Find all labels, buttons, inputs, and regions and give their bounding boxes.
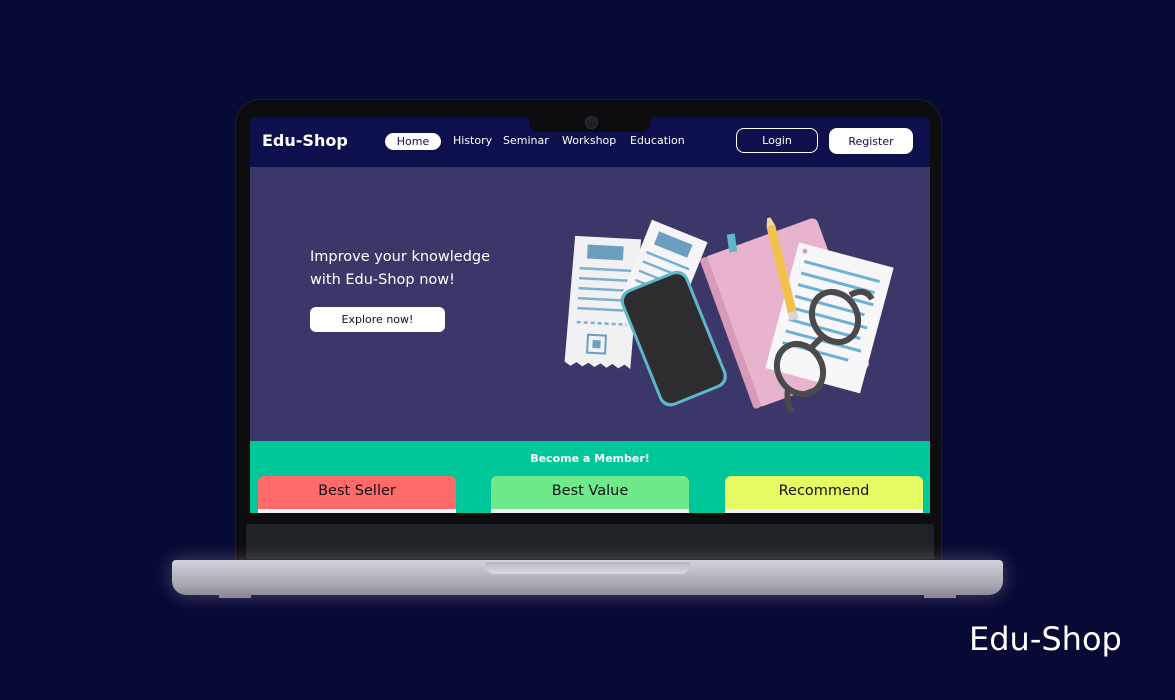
laptop-screen: Edu-Shop Home History Seminar Workshop E… — [250, 117, 930, 513]
hero-heading-line2: with Edu-Shop now! — [310, 272, 455, 288]
hero-heading-line1: Improve your knowledge — [310, 249, 491, 265]
hero-illustration — [564, 212, 894, 414]
nav-link-home[interactable]: Home — [385, 133, 441, 150]
brand-tagline: Edu-Shop — [969, 620, 1122, 658]
nav-link-seminar[interactable]: Seminar — [503, 134, 549, 147]
camera-icon — [585, 116, 598, 129]
hero-heading: Improve your knowledge with Edu-Shop now… — [310, 246, 530, 292]
laptop-foot — [219, 594, 251, 598]
nav-link-education[interactable]: Education — [630, 134, 685, 147]
plan-card-best-value[interactable]: Best Value — [491, 476, 689, 513]
membership-section: Become a Member! Best Seller Best Value … — [250, 441, 930, 513]
membership-title: Become a Member! — [530, 452, 650, 465]
nav-link-history[interactable]: History — [453, 134, 492, 147]
brand-logo[interactable]: Edu-Shop — [262, 131, 348, 150]
plan-card-best-seller[interactable]: Best Seller — [258, 476, 456, 513]
laptop-opening-groove — [485, 562, 690, 574]
login-button[interactable]: Login — [736, 128, 818, 153]
laptop-keyboard-deck — [246, 524, 934, 559]
laptop-foot — [924, 594, 956, 598]
register-button[interactable]: Register — [829, 128, 913, 154]
nav-link-workshop[interactable]: Workshop — [562, 134, 616, 147]
plan-card-recommend[interactable]: Recommend — [725, 476, 923, 513]
explore-button[interactable]: Explore now! — [310, 307, 445, 332]
